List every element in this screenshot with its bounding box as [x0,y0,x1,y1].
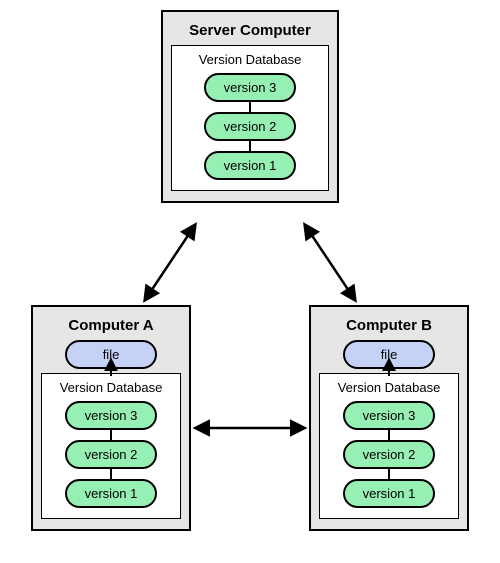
computer-b-version-3: version 3 [343,401,435,430]
computer-b-version-2: version 2 [343,440,435,469]
computer-b-version-1: version 1 [343,479,435,508]
connector-line [388,469,390,479]
computer-b-file: file [343,340,435,369]
connector-line [249,141,251,151]
computer-b-db-title: Version Database [328,380,450,395]
computer-a-title: Computer A [41,317,181,334]
server-computer-box: Server Computer Version Database version… [161,10,339,203]
connector-line [388,430,390,440]
computer-a-box: Computer A file Version Database version… [31,305,191,531]
computer-b-box: Computer B file Version Database version… [309,305,469,531]
connector-line [110,469,112,479]
server-version-2: version 2 [204,112,296,141]
server-version-1: version 1 [204,151,296,180]
computer-b-version-database: Version Database version 3 version 2 ver… [319,373,459,519]
arrow-server-to-b [305,225,355,300]
computer-a-db-title: Version Database [50,380,172,395]
server-version-3: version 3 [204,73,296,102]
computer-a-version-2: version 2 [65,440,157,469]
computer-a-file: file [65,340,157,369]
connector-line [249,102,251,112]
computer-a-version-1: version 1 [65,479,157,508]
connector-line [110,430,112,440]
computer-a-version-3: version 3 [65,401,157,430]
arrow-server-to-a [145,225,195,300]
server-version-database: Version Database version 3 version 2 ver… [171,45,329,191]
computer-a-version-database: Version Database version 3 version 2 ver… [41,373,181,519]
server-db-title: Version Database [180,52,320,67]
computer-b-title: Computer B [319,317,459,334]
server-title: Server Computer [171,22,329,39]
